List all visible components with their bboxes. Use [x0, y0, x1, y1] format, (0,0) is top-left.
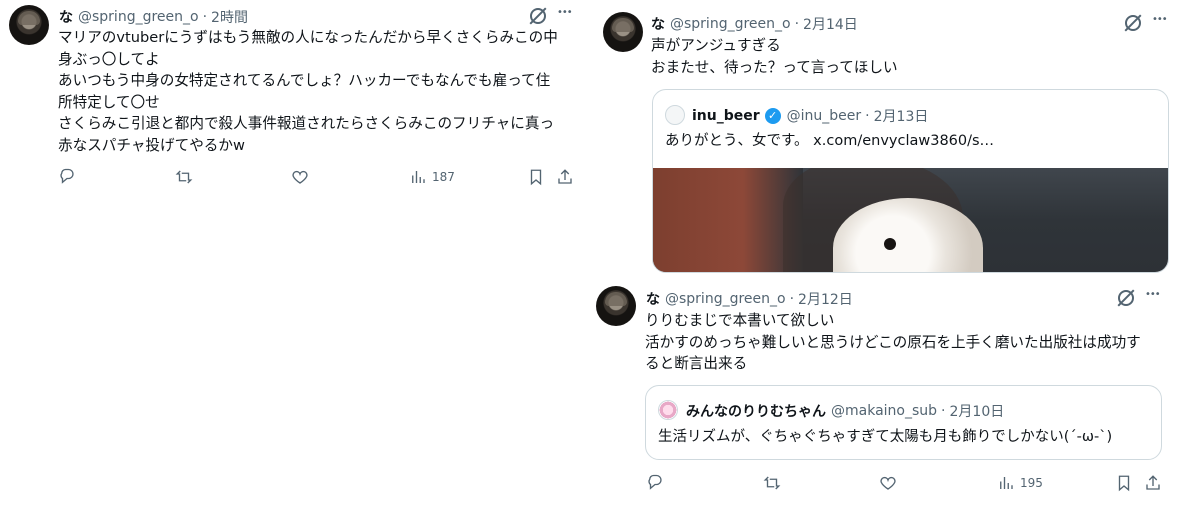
quoted-time[interactable]: 2月10日 [950, 401, 1005, 421]
reply-icon [648, 474, 662, 490]
user-handle[interactable]: @spring_green_o [78, 9, 199, 25]
separator-dot: · [941, 403, 946, 419]
post-text: 声がアンジュすぎる おまたせ、待った？って言ってほしい [651, 35, 898, 78]
separator-dot: · [865, 108, 870, 124]
dog-eye [884, 238, 896, 250]
post-line: 赤なスパチャ投げてやるかw [58, 136, 245, 154]
post-line: さくらみこ引退と都内で殺人事件報道されたらさくらみこのフリチャに真っ [58, 115, 555, 132]
user-handle[interactable]: @spring_green_o [670, 16, 791, 32]
share-button[interactable] [1144, 473, 1162, 493]
display-name[interactable]: な [646, 289, 660, 309]
action-bar: 195 [646, 473, 1164, 493]
separator-dot: · [789, 291, 795, 307]
views-count: 187 [432, 170, 455, 184]
post-header: な @spring_green_o · 2月14日 [651, 14, 858, 34]
views-icon [1000, 477, 1013, 489]
views-button[interactable]: 195 [997, 473, 1043, 493]
post-text: りりむまじで本書いて欲しい 活かすのめっちゃ難しいと思うけどこの原石を上手く磨い… [645, 310, 1141, 375]
reply-icon [60, 168, 74, 184]
post-line: りりむまじで本書いて欲しい [645, 312, 835, 329]
post-line: おまたせ、待った？って言ってほしい [651, 58, 898, 76]
post-time[interactable]: 2時間 [211, 7, 248, 27]
like-icon [880, 476, 896, 490]
post-text: マリアのvtuberにうずはもう無敵の人になったんだから早くさくらみこの中 身ぶ… [58, 27, 558, 156]
share-icon [1146, 475, 1160, 490]
quoted-line: ありがとう、女です。 x.com/envyclaw3860/s… [665, 133, 995, 149]
post-line: 所特定して〇せ [58, 93, 160, 111]
post-line: ると断言出来る [645, 355, 748, 372]
grok-icon[interactable] [530, 8, 546, 24]
views-icon [412, 171, 425, 183]
post-line: マリアのvtuberにうずはもう無敵の人になったんだから早くさくらみこの中 [58, 29, 558, 46]
display-name[interactable]: な [651, 14, 665, 34]
views-button[interactable]: 187 [409, 167, 455, 187]
more-icon[interactable]: ••• [1152, 14, 1168, 25]
quoted-header: inu_beer ✓ @inu_beer · 2月13日 [692, 106, 928, 126]
views-count: 195 [1020, 476, 1043, 490]
repost-button[interactable] [175, 167, 193, 187]
like-icon [292, 170, 308, 184]
quoted-line: 生活リズムが、ぐちゃぐちゃすぎて太陽も月も飾りでしかない(´-ω-`) [658, 429, 1113, 445]
quoted-time[interactable]: 2月13日 [874, 106, 929, 126]
bookmark-button[interactable] [527, 167, 545, 187]
repost-button[interactable] [763, 473, 781, 493]
quoted-text: ありがとう、女です。 x.com/envyclaw3860/s… [665, 131, 994, 153]
grok-icon[interactable] [1118, 290, 1134, 306]
action-bar: 187 [58, 167, 576, 187]
post-header: な @spring_green_o · 2月12日 [646, 289, 853, 309]
separator-dot: · [202, 9, 208, 25]
quoted-header: みんなのりりむちゃん @makaino_sub · 2月10日 [686, 401, 1004, 421]
bookmark-icon [530, 169, 542, 186]
more-icon[interactable]: ••• [557, 7, 573, 18]
bookmark-button[interactable] [1115, 473, 1133, 493]
post-time[interactable]: 2月14日 [803, 14, 858, 34]
avatar[interactable] [603, 12, 643, 52]
post-line: あいつもう中身の女特定されてるんでしょ？ハッカーでもなんでも雇って住 [58, 72, 551, 89]
quoted-handle[interactable]: @inu_beer [787, 108, 862, 124]
quoted-post[interactable]: みんなのりりむちゃん @makaino_sub · 2月10日 生活リズムが、ぐ… [645, 385, 1162, 460]
quoted-avatar[interactable] [665, 105, 685, 125]
post-line: 身ぶっ〇してよ [58, 50, 160, 68]
more-icon[interactable]: ••• [1145, 289, 1161, 300]
display-name[interactable]: な [59, 7, 73, 27]
post-line: 活かすのめっちゃ難しいと思うけどこの原石を上手く磨いた出版社は成功す [645, 333, 1141, 351]
avatar[interactable] [9, 5, 49, 45]
like-button[interactable] [879, 473, 897, 493]
bookmark-icon [1118, 475, 1130, 492]
reply-button[interactable] [58, 167, 76, 187]
post-line: 声がアンジュすぎる [651, 37, 781, 54]
reply-button[interactable] [646, 473, 664, 493]
repost-icon [763, 476, 781, 490]
quoted-handle[interactable]: @makaino_sub [831, 403, 937, 419]
like-button[interactable] [291, 167, 309, 187]
quoted-avatar[interactable] [658, 400, 678, 420]
share-icon [558, 169, 572, 184]
repost-icon [175, 170, 193, 184]
separator-dot: · [794, 16, 800, 32]
quoted-photo[interactable] [653, 168, 1168, 272]
share-button[interactable] [556, 167, 574, 187]
post-header: な @spring_green_o · 2時間 [59, 7, 248, 27]
avatar[interactable] [596, 286, 636, 326]
photo-background [653, 168, 803, 272]
quoted-text: 生活リズムが、ぐちゃぐちゃすぎて太陽も月も飾りでしかない(´-ω-`) [658, 427, 1112, 449]
quoted-post[interactable]: inu_beer ✓ @inu_beer · 2月13日 ありがとう、女です。 … [652, 89, 1169, 273]
quoted-display-name[interactable]: inu_beer [692, 108, 760, 124]
post-time[interactable]: 2月12日 [798, 289, 853, 309]
verified-badge-icon: ✓ [764, 108, 781, 124]
quoted-display-name[interactable]: みんなのりりむちゃん [686, 401, 826, 421]
user-handle[interactable]: @spring_green_o [665, 291, 786, 307]
grok-icon[interactable] [1125, 15, 1141, 31]
